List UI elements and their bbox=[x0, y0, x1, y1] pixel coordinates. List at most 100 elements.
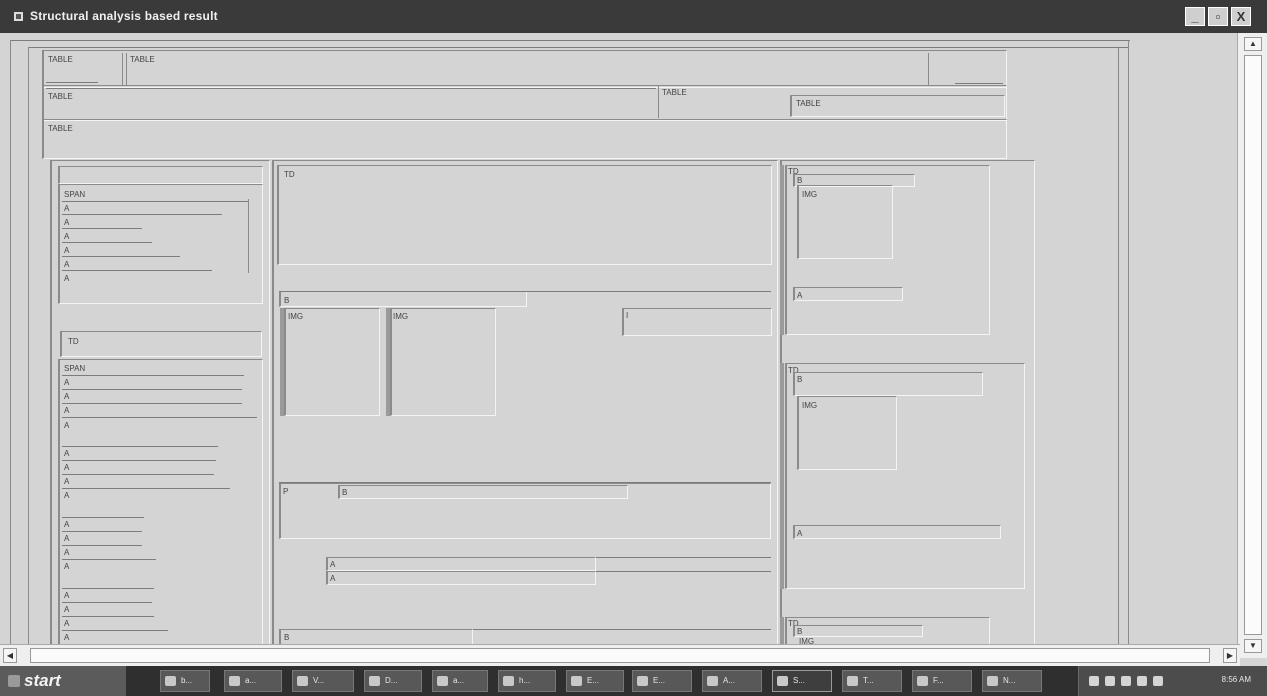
left-header-cell bbox=[58, 166, 263, 184]
folder-icon bbox=[369, 676, 380, 686]
img-label: IMG bbox=[393, 312, 409, 321]
link-label: A bbox=[64, 534, 70, 543]
rule bbox=[62, 242, 152, 243]
rule bbox=[62, 446, 218, 447]
rule bbox=[62, 417, 257, 418]
rule bbox=[46, 88, 656, 89]
start-button[interactable]: start bbox=[0, 666, 126, 696]
divider bbox=[248, 199, 249, 273]
table-label: TABLE bbox=[130, 55, 155, 64]
taskbar-button[interactable]: D... bbox=[364, 670, 422, 692]
taskbar-button[interactable]: A... bbox=[702, 670, 762, 692]
browser-icon bbox=[297, 676, 308, 686]
system-tray: 8:56 AM bbox=[1078, 666, 1267, 696]
rule bbox=[279, 291, 771, 292]
taskbar-button-label: N... bbox=[1003, 676, 1016, 685]
windows-flag-icon bbox=[8, 675, 20, 687]
taskbar-button[interactable]: E... bbox=[632, 670, 692, 692]
outer-frame-top bbox=[10, 40, 1130, 41]
window-title: Structural analysis based result bbox=[30, 9, 218, 23]
rule bbox=[62, 616, 154, 617]
link-label: A bbox=[64, 449, 70, 458]
taskbar-button-label: S... bbox=[793, 676, 806, 685]
divider bbox=[658, 86, 659, 118]
document-icon bbox=[987, 676, 998, 686]
left-span-block bbox=[58, 184, 263, 304]
scroll-up-button[interactable]: ▲ bbox=[1244, 37, 1262, 51]
divider bbox=[126, 53, 127, 86]
link-label: A bbox=[64, 378, 70, 387]
close-button[interactable]: X bbox=[1231, 7, 1251, 26]
start-label: start bbox=[24, 671, 61, 690]
messenger-icon[interactable] bbox=[1137, 676, 1147, 686]
taskbar-button[interactable]: h... bbox=[498, 670, 556, 692]
minimize-button[interactable]: _ bbox=[1185, 7, 1205, 26]
app-icon bbox=[917, 676, 928, 686]
network-icon[interactable] bbox=[1089, 676, 1099, 686]
rule bbox=[62, 201, 248, 202]
table-row-3 bbox=[42, 119, 1007, 159]
bold-cell bbox=[338, 485, 628, 499]
taskbar-button[interactable]: E... bbox=[566, 670, 624, 692]
scroll-right-button[interactable]: ▶ bbox=[1223, 648, 1237, 663]
window-titlebar[interactable]: Structural analysis based result _ ▫ X bbox=[0, 0, 1267, 33]
vertical-scrollbar[interactable]: ▲ ▼ bbox=[1237, 33, 1267, 658]
taskbar-button[interactable]: a... bbox=[432, 670, 488, 692]
taskbar: start b... a... V... D... a... h... E...… bbox=[0, 666, 1267, 696]
taskbar-button[interactable]: N... bbox=[982, 670, 1042, 692]
link-label: A bbox=[64, 633, 70, 642]
bluetooth-icon[interactable] bbox=[1153, 676, 1163, 686]
paragraph-label: P bbox=[283, 487, 289, 496]
rule bbox=[62, 602, 152, 603]
bold-label: B bbox=[797, 627, 803, 636]
rule bbox=[62, 460, 216, 461]
link-label: A bbox=[64, 392, 70, 401]
maximize-button[interactable]: ▫ bbox=[1208, 7, 1228, 26]
horizontal-scrollbar[interactable]: ◀ ▶ bbox=[0, 644, 1240, 666]
span-label: SPAN bbox=[64, 190, 86, 199]
horizontal-scroll-thumb[interactable] bbox=[30, 648, 1210, 663]
rule bbox=[62, 588, 154, 589]
bold-label: B bbox=[284, 633, 290, 642]
link-cell bbox=[793, 287, 903, 301]
shield-icon[interactable] bbox=[1121, 676, 1131, 686]
rule bbox=[955, 83, 1003, 84]
divider bbox=[122, 53, 123, 86]
folder-icon bbox=[637, 676, 648, 686]
link-label: A bbox=[64, 520, 70, 529]
taskbar-button[interactable]: V... bbox=[292, 670, 354, 692]
rule bbox=[62, 375, 244, 376]
taskbar-button-label: V... bbox=[313, 676, 325, 685]
browser-icon bbox=[571, 676, 582, 686]
tray-clock[interactable]: 8:56 AM bbox=[1222, 675, 1251, 684]
img-label: IMG bbox=[802, 190, 818, 199]
taskbar-button[interactable]: T... bbox=[842, 670, 902, 692]
link-cell bbox=[793, 525, 1001, 539]
link-label: A bbox=[64, 463, 70, 472]
taskbar-button-label: h... bbox=[519, 676, 531, 685]
rule bbox=[62, 228, 142, 229]
image-cell bbox=[390, 308, 496, 416]
taskbar-button[interactable]: a... bbox=[224, 670, 282, 692]
link-label: A bbox=[64, 491, 70, 500]
taskbar-button-active[interactable]: S... bbox=[772, 670, 832, 692]
app-icon bbox=[777, 676, 788, 686]
link-label: A bbox=[64, 260, 70, 269]
scroll-down-button[interactable]: ▼ bbox=[1244, 639, 1262, 653]
taskbar-button-label: E... bbox=[587, 676, 600, 685]
table-label: TABLE bbox=[48, 124, 73, 133]
link-label: A bbox=[64, 591, 70, 600]
scroll-left-button[interactable]: ◀ bbox=[3, 648, 17, 663]
taskbar-button[interactable]: b... bbox=[160, 670, 210, 692]
vertical-scroll-thumb[interactable] bbox=[1244, 55, 1262, 635]
link-label: A bbox=[64, 477, 70, 486]
link-label: A bbox=[64, 232, 70, 241]
link-label: A bbox=[330, 560, 336, 569]
volume-icon[interactable] bbox=[1105, 676, 1115, 686]
rule bbox=[62, 559, 156, 560]
outer-frame-left bbox=[10, 40, 11, 647]
taskbar-button-label: E... bbox=[653, 676, 666, 685]
italic-label: I bbox=[626, 311, 629, 320]
link-cell bbox=[326, 571, 596, 585]
taskbar-button[interactable]: F... bbox=[912, 670, 972, 692]
